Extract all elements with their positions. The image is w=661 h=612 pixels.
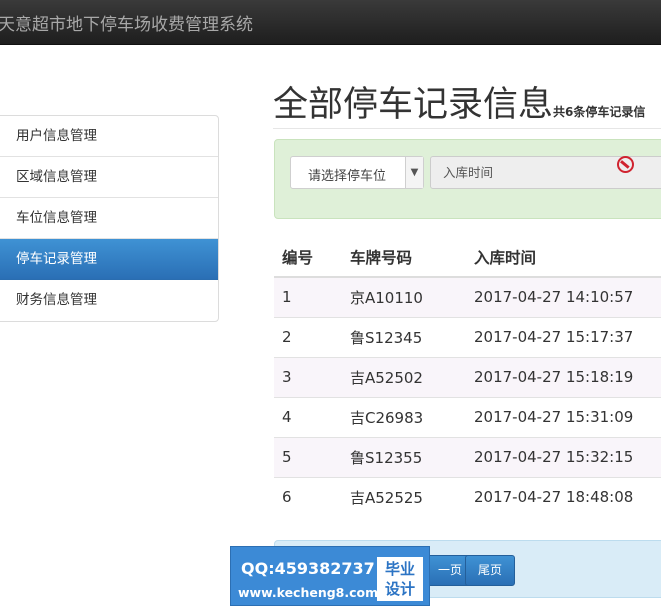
cell-entry-time: 2017-04-27 15:17:37 — [466, 316, 661, 357]
cell-id: 6 — [274, 476, 342, 517]
cell-plate: 吉A52525 — [342, 476, 466, 517]
watermark-qq: QQ:459382737 — [241, 559, 375, 578]
cell-id: 3 — [274, 356, 342, 397]
watermark-badge: 毕业 设计 — [377, 557, 423, 601]
cell-plate: 吉C26983 — [342, 396, 466, 437]
sidebar-item-area-info[interactable]: 区域信息管理 — [0, 157, 218, 198]
title-divider — [273, 128, 661, 129]
filter-panel: 请选择停车位 ▼ 入库时间 — [274, 139, 661, 219]
column-header-entry-time: 入库时间 — [466, 237, 661, 278]
sidebar-item-finance-info[interactable]: 财务信息管理 — [0, 280, 218, 321]
sidebar-item-space-info[interactable]: 车位信息管理 — [0, 198, 218, 239]
table-row[interactable]: 6 吉A52525 2017-04-27 18:48:08 — [274, 476, 661, 517]
table-row[interactable]: 5 鲁S12355 2017-04-27 15:32:15 — [274, 436, 661, 477]
parking-space-select[interactable]: 请选择停车位 ▼ — [290, 156, 424, 189]
cell-id: 2 — [274, 316, 342, 357]
watermark-site: www.kecheng8.com — [238, 585, 379, 600]
cell-entry-time: 2017-04-27 15:18:19 — [466, 356, 661, 397]
table-row[interactable]: 1 京A10110 2017-04-27 14:10:57 — [274, 276, 661, 317]
page-title-text: 全部停车记录信息 — [273, 85, 554, 125]
not-allowed-icon — [617, 156, 634, 173]
table-row[interactable]: 3 吉A52502 2017-04-27 15:18:19 — [274, 356, 661, 397]
cell-id: 1 — [274, 276, 342, 317]
last-page-button[interactable]: 尾页 — [465, 555, 516, 586]
watermark-badge-line2: 设计 — [384, 580, 415, 598]
page-title: 全部停车记录信息共6条停车记录信 — [273, 76, 645, 127]
sidebar-menu: 用户信息管理 区域信息管理 车位信息管理 停车记录管理 财务信息管理 — [0, 115, 219, 322]
sidebar-item-parking-records[interactable]: 停车记录管理 — [0, 239, 218, 280]
parking-space-select-value: 请选择停车位 — [308, 169, 387, 184]
table-header-row: 编号 车牌号码 入库时间 — [274, 237, 661, 278]
app-brand-title[interactable]: 天意超市地下停车场收费管理系统 — [0, 10, 253, 35]
chevron-down-icon[interactable]: ▼ — [405, 157, 423, 188]
watermark-badge-line1: 毕业 — [384, 560, 415, 578]
cell-entry-time: 2017-04-27 14:10:57 — [466, 276, 661, 317]
sidebar-item-user-info[interactable]: 用户信息管理 — [0, 116, 218, 157]
record-count: 共6条停车记录信 — [553, 105, 646, 119]
column-header-id: 编号 — [274, 237, 342, 278]
cell-entry-time: 2017-04-27 15:31:09 — [466, 396, 661, 437]
cell-plate: 鲁S12345 — [342, 316, 466, 357]
cell-entry-time: 2017-04-27 18:48:08 — [466, 476, 661, 517]
parking-records-table: 编号 车牌号码 入库时间 1 京A10110 2017-04-27 14:10:… — [274, 237, 661, 517]
table-row[interactable]: 2 鲁S12345 2017-04-27 15:17:37 — [274, 316, 661, 357]
entry-time-input[interactable] — [511, 156, 661, 189]
entry-time-label: 入库时间 — [430, 156, 512, 189]
cell-id: 4 — [274, 396, 342, 437]
table-row[interactable]: 4 吉C26983 2017-04-27 15:31:09 — [274, 396, 661, 437]
cell-plate: 吉A52502 — [342, 356, 466, 397]
cell-id: 5 — [274, 436, 342, 477]
cell-plate: 京A10110 — [342, 276, 466, 317]
watermark-banner: QQ:459382737 www.kecheng8.com 毕业 设计 — [230, 546, 430, 606]
cell-plate: 鲁S12355 — [342, 436, 466, 477]
top-navbar: 天意超市地下停车场收费管理系统 — [0, 0, 661, 45]
cell-entry-time: 2017-04-27 15:32:15 — [466, 436, 661, 477]
column-header-plate: 车牌号码 — [342, 237, 466, 278]
